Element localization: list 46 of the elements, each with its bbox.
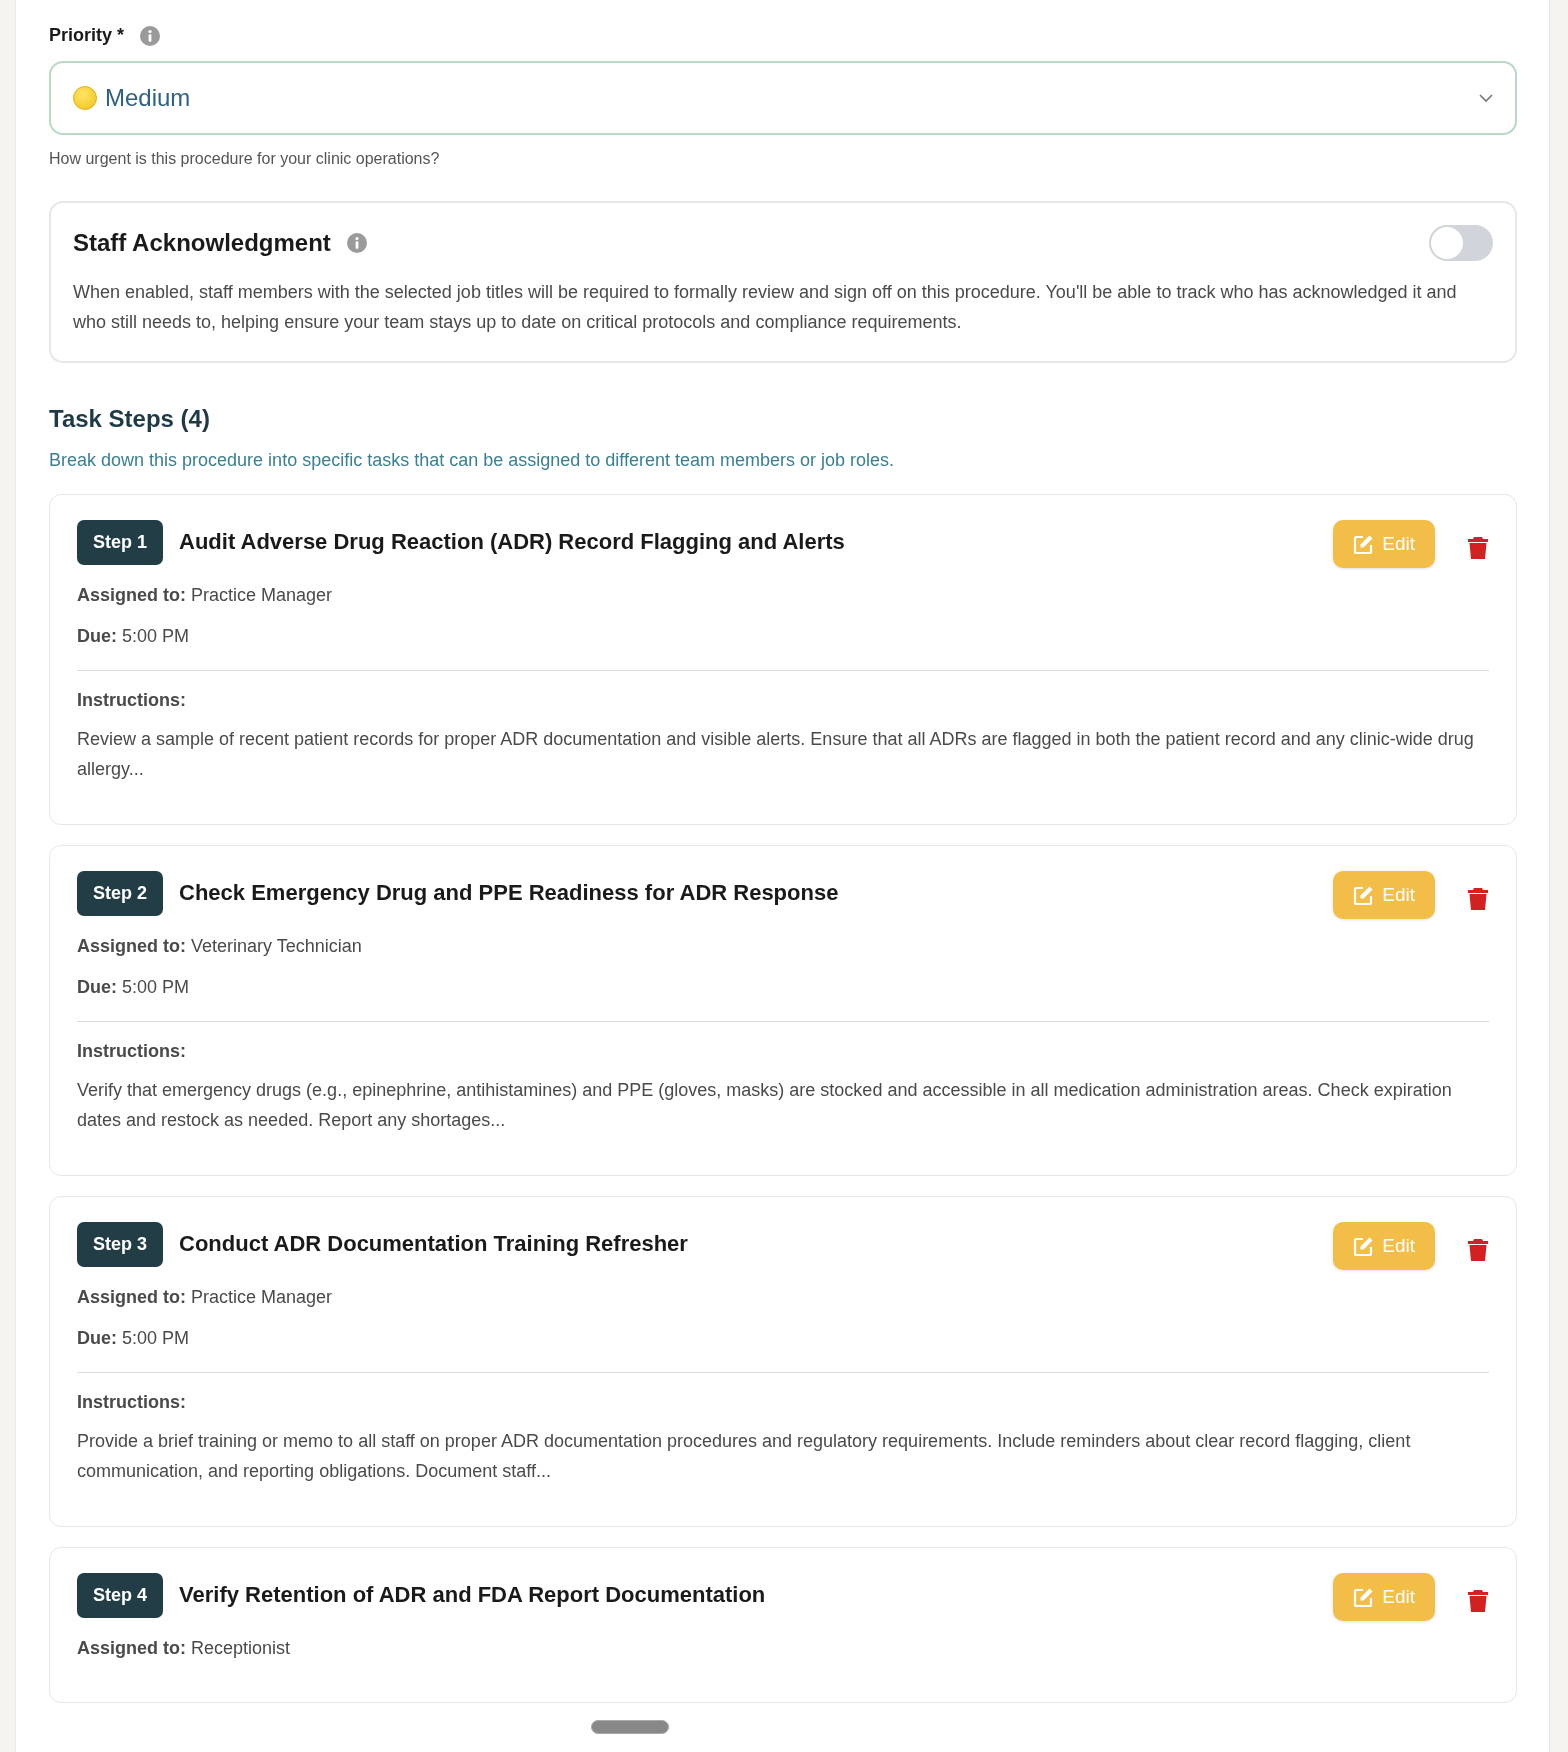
step-title: Conduct ADR Documentation Training Refresher bbox=[179, 1230, 688, 1258]
instructions-text: Verify that emergency drugs (e.g., epinephrine, antihistamines) and PPE (gloves, masks) are stocked and accessible in all medication administration areas. Check expiration dates and restock as needed. Report any shortages... bbox=[77, 1079, 1453, 1132]
assignee-text: Assigned to: Veterinary Technician bbox=[77, 935, 363, 958]
edit-icon bbox=[1353, 1586, 1375, 1608]
instructions-text: Review a sample of recent patient records for proper ADR documentation and visible alerts. Ensure that all ADRs are flagged in both the patient record and any clinic-wide drug allergy... bbox=[77, 728, 1475, 781]
step-badge: Step 1 bbox=[77, 520, 164, 565]
assignee-text: Assigned to: Practice Manager bbox=[77, 584, 334, 607]
edit-button[interactable]: Edit bbox=[1333, 871, 1435, 919]
due-text: Due: 5:00 PM bbox=[77, 976, 191, 999]
drag-handle[interactable] bbox=[591, 1720, 669, 1734]
instructions-label: Instructions: bbox=[77, 1391, 187, 1414]
edit-button[interactable]: Edit bbox=[1333, 1222, 1435, 1270]
chevron-down-icon bbox=[1479, 93, 1493, 103]
help-text: How urgent is this procedure for your clinic operations? bbox=[49, 149, 441, 169]
due-text: Due: 5:00 PM bbox=[77, 1327, 191, 1350]
step-badge: Step 2 bbox=[77, 871, 164, 916]
trash-icon[interactable] bbox=[1467, 1589, 1489, 1613]
step-title: Verify Retention of ADR and FDA Report Documentation bbox=[179, 1581, 766, 1609]
edit-button[interactable]: Edit bbox=[1333, 1573, 1435, 1621]
card-title: Staff Acknowledgment bbox=[73, 228, 331, 258]
section-subtitle: Break down this procedure into specific tasks that can be assigned to different team members or job roles. bbox=[49, 449, 896, 472]
assignee-text: Assigned to: Receptionist bbox=[77, 1637, 292, 1660]
info-icon[interactable] bbox=[140, 25, 161, 46]
circle-icon bbox=[73, 86, 97, 110]
edit-icon bbox=[1353, 533, 1375, 555]
priority-select[interactable]: Medium bbox=[49, 61, 1517, 135]
trash-icon[interactable] bbox=[1467, 1238, 1489, 1262]
due-text: Due: 5:00 PM bbox=[77, 625, 191, 648]
info-icon[interactable] bbox=[346, 233, 367, 253]
toggle-switch[interactable] bbox=[1429, 225, 1493, 261]
step-title: Check Emergency Drug and PPE Readiness for ADR Response bbox=[179, 879, 839, 907]
trash-icon[interactable] bbox=[1467, 887, 1489, 911]
instructions-label: Instructions: bbox=[77, 1040, 187, 1063]
field-label: Priority * bbox=[49, 24, 125, 47]
step-title: Audit Adverse Drug Reaction (ADR) Record Flagging and Alerts bbox=[179, 528, 845, 556]
edit-icon bbox=[1353, 884, 1375, 906]
edit-icon bbox=[1353, 1235, 1375, 1257]
edit-button[interactable]: Edit bbox=[1333, 520, 1435, 568]
section-heading: Task Steps (4) bbox=[49, 404, 211, 434]
instructions-text: Provide a brief training or memo to all staff on proper ADR documentation procedures and regulatory requirements. Include reminders about clear record flagging, client communication, and reporting obligations. Document staff... bbox=[77, 1430, 1412, 1483]
trash-icon[interactable] bbox=[1467, 536, 1489, 560]
instructions-label: Instructions: bbox=[77, 689, 187, 712]
description-text: When enabled, staff members with the selected job titles will be required to formally review and sign off on this procedure. You'll be able to track who has acknowledged it and who still needs to, helping ensure your team stays up to date on critical protocols and compliance requirements. bbox=[73, 281, 1458, 334]
assignee-text: Assigned to: Practice Manager bbox=[77, 1286, 334, 1309]
step-badge: Step 4 bbox=[77, 1573, 164, 1618]
step-badge: Step 3 bbox=[77, 1222, 164, 1267]
